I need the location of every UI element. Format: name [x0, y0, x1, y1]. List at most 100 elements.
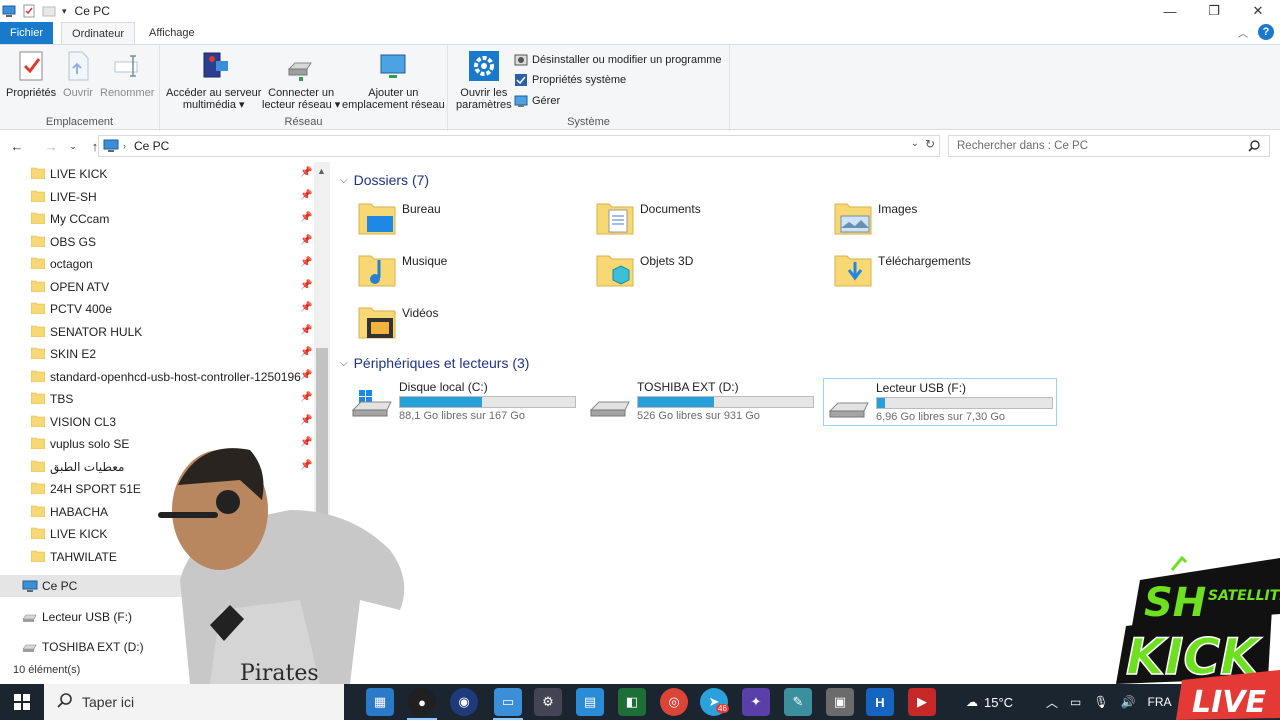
- back-arrow-icon[interactable]: ←: [6, 139, 28, 154]
- quick-access-toolbar: ▾: [0, 4, 67, 18]
- taskbar-settings-icon[interactable]: ⚙: [534, 688, 562, 716]
- nav-folder-item[interactable]: LIVE-SH 📌: [0, 186, 312, 208]
- taskbar-store-icon[interactable]: ▦: [366, 688, 394, 716]
- pin-icon[interactable]: 📌: [300, 280, 312, 291]
- drive-tile[interactable]: Disque local (C:) 88,1 Go libres sur 167 …: [347, 378, 581, 426]
- taskbar-explorer-icon[interactable]: ▭: [494, 688, 522, 716]
- address-path[interactable]: Ce PC: [134, 139, 169, 153]
- properties-quick-icon[interactable]: [22, 4, 36, 18]
- open-button[interactable]: Ouvrir: [62, 49, 94, 99]
- folder-tile[interactable]: Images: [831, 198, 1061, 246]
- minimize-button[interactable]: —: [1148, 0, 1192, 22]
- system-properties-label: Propriétés système: [532, 74, 627, 86]
- windows-logo-icon: [14, 694, 30, 710]
- pin-icon[interactable]: 📌: [300, 370, 312, 381]
- taskbar-h-app-icon[interactable]: H: [866, 688, 894, 716]
- uninstall-program-button[interactable]: Désinstaller ou modifier un programme: [514, 53, 722, 67]
- devices-section-header[interactable]: ⌵ Périphériques et lecteurs (3): [340, 355, 529, 371]
- nav-folder-label: LIVE KICK: [50, 527, 108, 541]
- pin-icon[interactable]: 📌: [300, 235, 312, 246]
- pin-icon[interactable]: 📌: [300, 325, 312, 336]
- videos-folder-icon: [358, 307, 396, 339]
- nav-folder-item[interactable]: VISION CL3 📌: [0, 411, 312, 433]
- refresh-icon[interactable]: ↻: [925, 137, 935, 151]
- forward-arrow-icon[interactable]: →: [40, 139, 62, 154]
- pin-icon[interactable]: 📌: [300, 347, 312, 358]
- tray-overflow-chevron-icon[interactable]: ︿: [1046, 694, 1058, 711]
- taskbar-chrome-icon[interactable]: ◎: [660, 688, 688, 716]
- new-folder-quick-icon[interactable]: [42, 4, 56, 18]
- nav-folder-item[interactable]: SENATOR HULK 📌: [0, 321, 312, 343]
- taskbar-obs-icon[interactable]: ●: [408, 688, 436, 716]
- pin-icon[interactable]: 📌: [300, 392, 312, 403]
- nav-folder-item[interactable]: My CCcam 📌: [0, 208, 312, 230]
- nav-folder-item[interactable]: standard-openhcd-usb-host-controller-125…: [0, 366, 312, 388]
- close-button[interactable]: ✕: [1236, 0, 1280, 22]
- quick-access-dropdown-icon[interactable]: ▾: [62, 6, 67, 17]
- nav-folder-item[interactable]: PCTV 400e 📌: [0, 298, 312, 320]
- nav-folder-item[interactable]: OBS GS 📌: [0, 231, 312, 253]
- pin-icon[interactable]: 📌: [300, 212, 312, 223]
- tab-fichier[interactable]: Fichier: [0, 22, 54, 44]
- collapse-ribbon-icon[interactable]: ︿: [1238, 25, 1248, 40]
- pin-icon[interactable]: 📌: [300, 415, 312, 426]
- taskbar-search-box[interactable]: Taper ici: [44, 684, 344, 720]
- help-icon[interactable]: ?: [1258, 24, 1274, 40]
- nav-folder-label: vuplus solo SE: [50, 437, 130, 451]
- taskbar-tool-icon[interactable]: ◧: [618, 688, 646, 716]
- folder-tile[interactable]: Documents: [593, 198, 823, 246]
- weather-widget[interactable]: ☁ 15°C: [966, 684, 1013, 720]
- nav-folder-label: PCTV 400e: [50, 302, 113, 316]
- recent-locations-chevron-icon[interactable]: ⌄: [62, 141, 84, 152]
- folder-label: Objets 3D: [640, 254, 694, 268]
- rename-button[interactable]: Renommer: [100, 49, 154, 99]
- pin-icon[interactable]: 📌: [300, 302, 312, 313]
- taskbar-camera-icon[interactable]: ◉: [450, 688, 478, 716]
- nav-folder-item[interactable]: SKIN E2 📌: [0, 343, 312, 365]
- taskbar-app-star-icon[interactable]: ✦: [742, 688, 770, 716]
- microphone-icon[interactable]: 🎙: [1093, 695, 1108, 709]
- nav-folder-item[interactable]: octagon 📌: [0, 253, 312, 275]
- nav-folder-item[interactable]: LIVE KICK 📌: [0, 163, 312, 185]
- media-server-label-2: multimédia ▾: [182, 99, 245, 111]
- properties-button[interactable]: Propriétés: [6, 49, 56, 99]
- network-icon[interactable]: ▭: [1070, 695, 1081, 709]
- address-separator-icon[interactable]: ›: [123, 141, 126, 151]
- devices-collapse-chevron-icon[interactable]: ⌵: [340, 358, 348, 369]
- address-dropdown-icon[interactable]: ⌄: [911, 138, 919, 149]
- map-drive-label-1: Connecter un: [268, 87, 335, 99]
- drive-tile[interactable]: Lecteur USB (F:) 6,96 Go libres sur 7,30 …: [823, 378, 1057, 426]
- uninstall-label: Désinstaller ou modifier un programme: [532, 54, 722, 66]
- pin-icon[interactable]: 📌: [300, 190, 312, 201]
- this-pc-icon[interactable]: [2, 4, 16, 18]
- taskbar-notepad-icon[interactable]: ✎: [784, 688, 812, 716]
- taskbar-media-app-icon[interactable]: ▶: [908, 688, 936, 716]
- drive-tile[interactable]: TOSHIBA EXT (D:) 526 Go libres sur 931 Go: [585, 378, 819, 426]
- system-properties-button[interactable]: Propriétés système: [514, 73, 626, 87]
- folders-section-header[interactable]: ⌵ Dossiers (7): [340, 172, 429, 188]
- maximize-button[interactable]: ❐: [1192, 0, 1236, 22]
- map-network-drive-button[interactable]: Connecter un lecteur réseau ▾: [262, 49, 340, 111]
- tab-ordinateur[interactable]: Ordinateur: [61, 22, 135, 44]
- folder-tile[interactable]: Vidéos: [355, 302, 585, 350]
- media-server-button[interactable]: Accéder au serveur multimédia ▾: [166, 49, 261, 111]
- nav-folder-item[interactable]: OPEN ATV 📌: [0, 276, 312, 298]
- address-bar[interactable]: › Ce PC ⌄ ↻: [98, 135, 940, 157]
- open-settings-button[interactable]: Ouvrir les paramètres: [456, 49, 512, 111]
- pin-icon[interactable]: 📌: [300, 257, 312, 268]
- scroll-up-icon[interactable]: ▲: [317, 166, 326, 176]
- folder-tile[interactable]: Bureau: [355, 198, 585, 246]
- start-button[interactable]: [0, 684, 44, 720]
- add-network-location-button[interactable]: Ajouter un emplacement réseau: [342, 49, 445, 111]
- folders-collapse-chevron-icon[interactable]: ⌵: [340, 175, 348, 186]
- folder-tile[interactable]: Musique: [355, 250, 585, 298]
- search-box[interactable]: Rechercher dans : Ce PC: [948, 135, 1270, 157]
- taskbar-calculator-icon[interactable]: ▤: [576, 688, 604, 716]
- pin-icon[interactable]: 📌: [300, 167, 312, 178]
- folder-tile[interactable]: Téléchargements: [831, 250, 1061, 298]
- manage-button[interactable]: Gérer: [514, 94, 560, 108]
- taskbar-network-tool-icon[interactable]: ▣: [826, 688, 854, 716]
- nav-folder-item[interactable]: TBS 📌: [0, 388, 312, 410]
- tab-affichage[interactable]: Affichage: [139, 22, 205, 44]
- folder-tile[interactable]: Objets 3D: [593, 250, 823, 298]
